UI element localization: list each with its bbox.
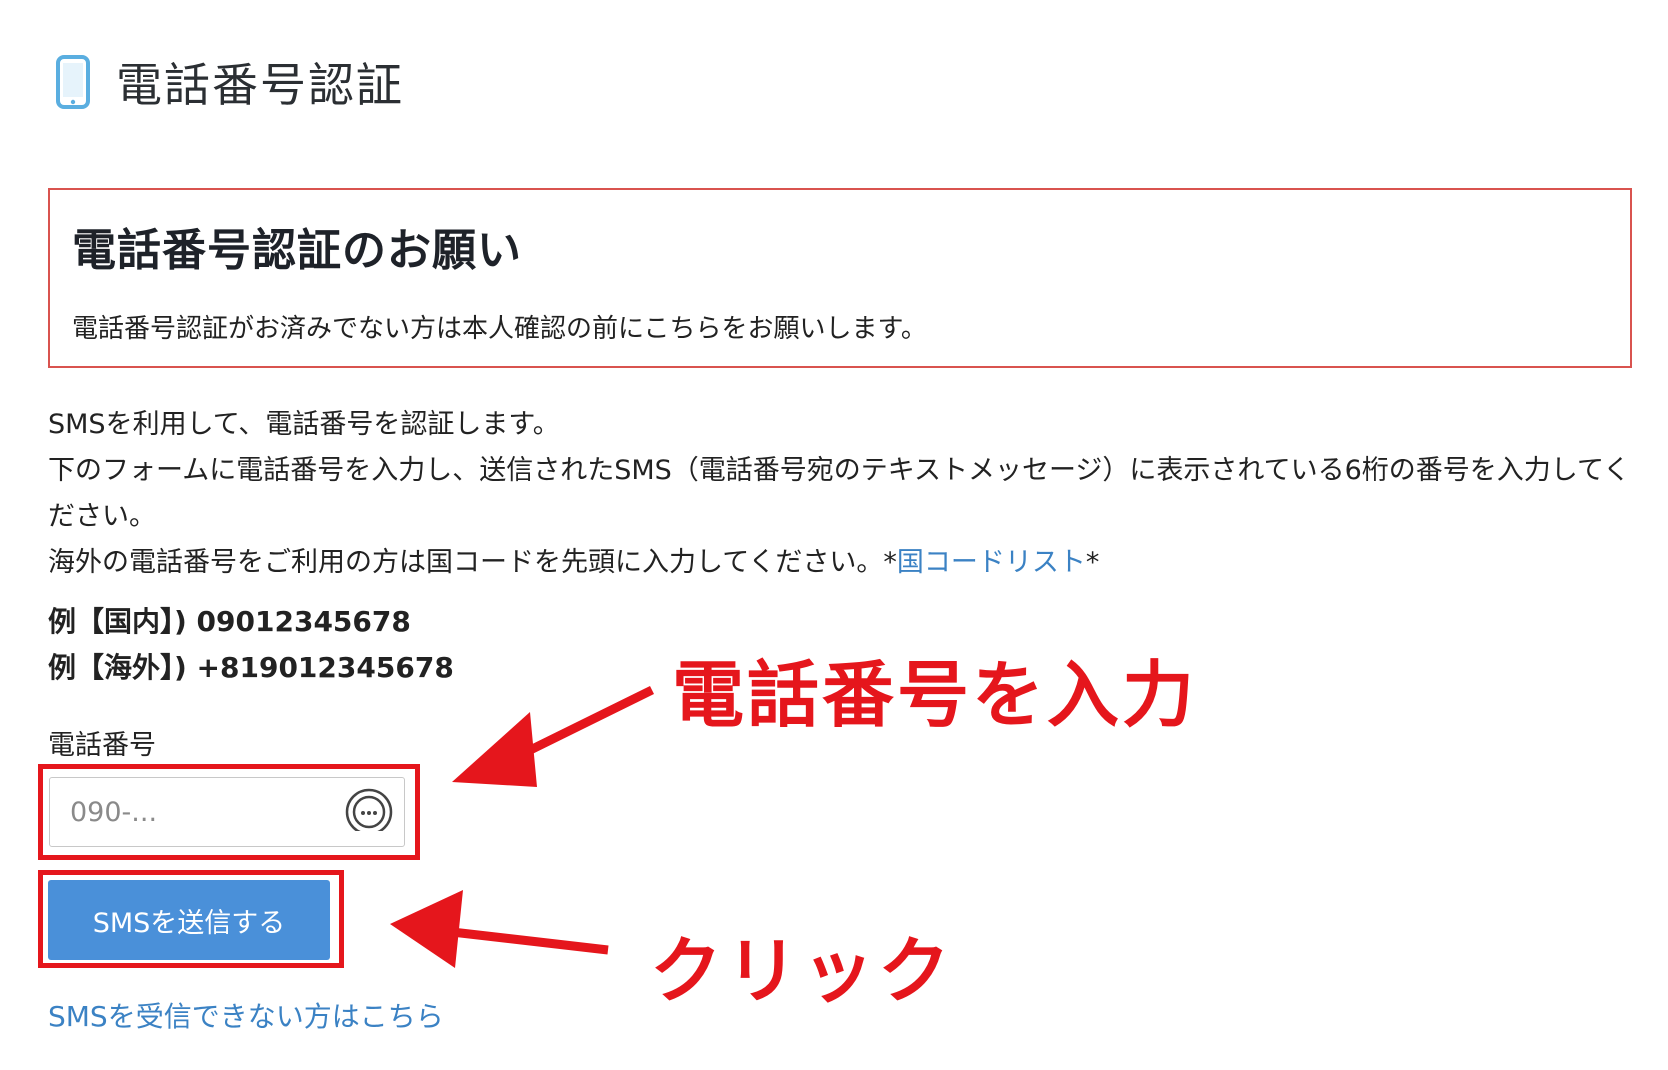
arrow-to-input [452, 685, 654, 787]
annotation-enter-phone: 電話番号を入力 [672, 653, 1198, 737]
arrow-to-button [390, 890, 609, 968]
annotation-click: クリック [650, 929, 955, 1013]
annotation-arrows [390, 685, 654, 968]
